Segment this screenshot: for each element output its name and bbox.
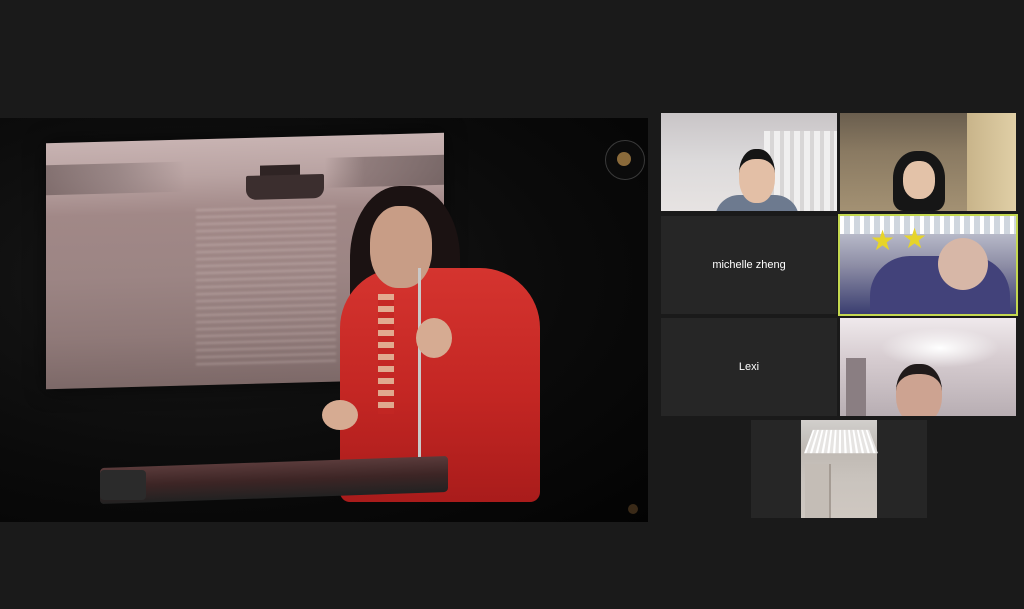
- jacket-embroidery: [378, 294, 394, 414]
- star-glasses-right-icon: ★: [902, 223, 928, 254]
- participant-name: Lexi: [738, 361, 760, 373]
- participant-tile-2[interactable]: [840, 113, 1016, 211]
- performer-left-hand: [322, 400, 358, 430]
- ceiling-light: [880, 328, 1000, 368]
- watermark-icon: [628, 504, 638, 514]
- closet-doors: [967, 113, 1016, 211]
- instrument-end-piece: [100, 470, 146, 500]
- participant-face: [938, 238, 988, 290]
- shared-video[interactable]: [0, 118, 648, 522]
- room-door: [805, 464, 831, 518]
- participant-face: [739, 149, 775, 203]
- participant-tile-michelle-zheng[interactable]: michelle zheng: [661, 216, 837, 314]
- ceiling-vent: [804, 429, 878, 454]
- star-glasses-left-icon: ★: [870, 225, 896, 256]
- participant-camera-feed: [801, 420, 878, 518]
- participant-tile-1[interactable]: [661, 113, 837, 211]
- water-reflection: [196, 205, 336, 370]
- participant-tile-active-speaker[interactable]: ★ ★: [838, 214, 1018, 316]
- participant-tile-6[interactable]: [840, 318, 1016, 416]
- logo-emblem-icon: [617, 152, 631, 166]
- participant-name: michelle zheng: [712, 259, 786, 271]
- fishing-boat: [246, 173, 324, 200]
- doorway: [846, 358, 866, 416]
- participant-face: [903, 161, 935, 199]
- participant-face: [896, 364, 942, 416]
- performer-right-hand: [416, 318, 452, 358]
- participant-tile-lexi[interactable]: Lexi: [661, 318, 837, 416]
- performer-face: [370, 206, 432, 288]
- participant-tile-7[interactable]: [751, 420, 927, 518]
- instrument-stick: [418, 268, 421, 458]
